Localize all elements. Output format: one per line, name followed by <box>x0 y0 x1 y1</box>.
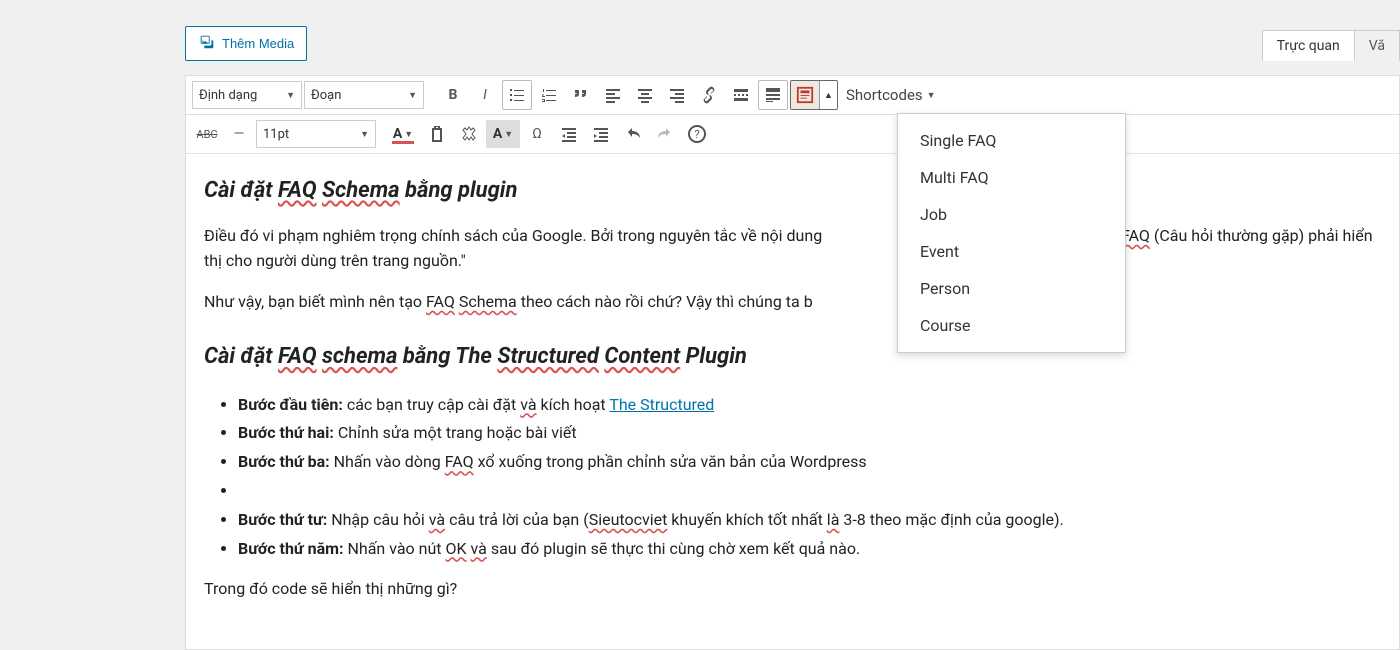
blockquote-button[interactable] <box>566 80 596 110</box>
italic-button[interactable]: I <box>470 80 500 110</box>
background-color-button[interactable]: A ▼ <box>486 120 520 148</box>
media-icon <box>198 33 216 54</box>
editor-mode-tabs: Trực quan Vă <box>1263 30 1400 61</box>
paragraph-select-label: Đoạn <box>311 88 341 103</box>
bold-button[interactable]: B <box>438 80 468 110</box>
dropdown-item-event[interactable]: Event <box>898 233 1125 270</box>
heading-faq-schema-plugin: Cài đặt FAQ Schema bằng plugin <box>204 174 1381 208</box>
steps-list: Bước đầu tiên: các bạn truy cập cài đặt … <box>238 393 1381 562</box>
chevron-up-icon: ▲ <box>819 81 837 109</box>
tab-text[interactable]: Vă <box>1354 30 1400 61</box>
fontsize-label: 11pt <box>263 127 289 142</box>
help-button[interactable]: ? <box>682 119 712 149</box>
horizontal-rule-button[interactable]: — <box>224 119 254 149</box>
dropdown-item-multi-faq[interactable]: Multi FAQ <box>898 159 1125 196</box>
dropdown-item-job[interactable]: Job <box>898 196 1125 233</box>
dropdown-item-single-faq[interactable]: Single FAQ <box>898 122 1125 159</box>
redo-button[interactable] <box>650 119 680 149</box>
chevron-down-icon: ▼ <box>504 129 513 140</box>
format-select-label: Định dạng <box>199 88 257 103</box>
read-more-button[interactable] <box>726 80 756 110</box>
structured-content-dropdown: Single FAQ Multi FAQ Job Event Person Co… <box>897 113 1126 353</box>
add-media-label: Thêm Media <box>222 36 294 51</box>
paragraph-select[interactable]: Đoạn ▼ <box>304 81 424 109</box>
align-center-button[interactable] <box>630 80 660 110</box>
fontsize-select[interactable]: 11pt ▼ <box>256 120 376 148</box>
tab-visual[interactable]: Trực quan <box>1262 30 1355 61</box>
editor-content[interactable]: Cài đặt FAQ Schema bằng plugin Điều đó v… <box>186 154 1399 632</box>
paragraph-policy: Điều đó vi phạm nghiêm trọng chính sách … <box>204 224 1381 274</box>
format-select[interactable]: Định dạng ▼ <box>192 81 302 109</box>
shortcodes-menu[interactable]: Shortcodes ▼ <box>840 80 942 110</box>
svg-text:?: ? <box>694 128 699 141</box>
toolbar-toggle-button[interactable] <box>758 80 788 110</box>
heading-structured-content-plugin: Cài đặt FAQ schema bằng The Structured C… <box>204 340 1381 374</box>
add-media-button[interactable]: Thêm Media <box>185 26 307 61</box>
bg-color-icon: A <box>493 126 502 142</box>
clear-formatting-button[interactable] <box>454 119 484 149</box>
paragraph-lead: Như vậy, bạn biết mình nên tạo FAQ Schem… <box>204 290 1381 315</box>
shortcodes-label: Shortcodes <box>846 86 923 104</box>
toolbar-row-2: ABC — 11pt ▼ A ▼ A ▼ Ω <box>186 115 1399 154</box>
strikethrough-button[interactable]: ABC <box>192 119 222 149</box>
list-item: Bước thứ hai: Chỉnh sửa một trang hoặc b… <box>238 421 1381 446</box>
text-color-button[interactable]: A ▼ <box>386 120 420 148</box>
text-color-icon: A <box>393 126 402 142</box>
chevron-down-icon: ▼ <box>286 90 295 101</box>
undo-button[interactable] <box>618 119 648 149</box>
structured-link[interactable]: The Structured <box>609 395 714 414</box>
chevron-down-icon: ▼ <box>360 129 369 140</box>
editor-container: Định dạng ▼ Đoạn ▼ B I <box>185 75 1400 650</box>
structured-content-icon <box>791 81 819 109</box>
paste-text-button[interactable] <box>422 119 452 149</box>
chevron-down-icon: ▼ <box>927 90 936 101</box>
dropdown-item-person[interactable]: Person <box>898 270 1125 307</box>
list-item: Bước thứ tư: Nhập câu hỏi và câu trả lời… <box>238 508 1381 533</box>
paragraph-code-question: Trong đó code sẽ hiển thị những gì? <box>204 577 1381 602</box>
chevron-down-icon: ▼ <box>408 90 417 101</box>
chevron-down-icon: ▼ <box>404 129 413 140</box>
list-item-empty <box>238 479 1381 504</box>
special-character-button[interactable]: Ω <box>522 119 552 149</box>
list-item: Bước đầu tiên: các bạn truy cập cài đặt … <box>238 393 1381 418</box>
structured-content-button[interactable]: ▲ <box>790 80 838 110</box>
numbered-list-button[interactable] <box>534 80 564 110</box>
outdent-button[interactable] <box>554 119 584 149</box>
align-left-button[interactable] <box>598 80 628 110</box>
toolbar-row-1: Định dạng ▼ Đoạn ▼ B I <box>186 76 1399 115</box>
list-item: Bước thứ năm: Nhấn vào nút OK và sau đó … <box>238 537 1381 562</box>
list-item: Bước thứ ba: Nhấn vào dòng FAQ xổ xuống … <box>238 450 1381 475</box>
bullet-list-button[interactable] <box>502 80 532 110</box>
dropdown-item-course[interactable]: Course <box>898 307 1125 344</box>
align-right-button[interactable] <box>662 80 692 110</box>
link-button[interactable] <box>694 80 724 110</box>
indent-button[interactable] <box>586 119 616 149</box>
